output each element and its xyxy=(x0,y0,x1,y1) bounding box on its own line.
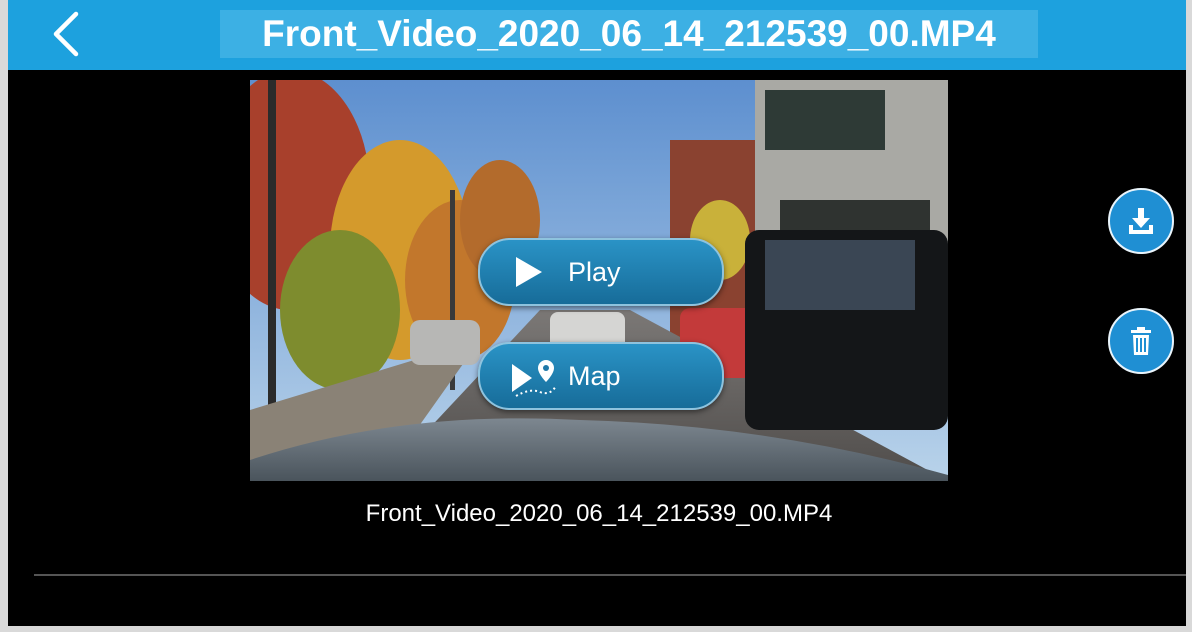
video-thumbnail[interactable]: Play Map xyxy=(250,80,948,481)
video-filename: Front_Video_2020_06_14_212539_00.MP4 xyxy=(365,500,833,527)
back-button[interactable] xyxy=(46,8,92,60)
play-button[interactable]: Play xyxy=(478,238,724,306)
chevron-left-icon xyxy=(53,11,79,57)
divider xyxy=(34,574,1186,576)
download-icon xyxy=(1129,208,1153,234)
trash-icon xyxy=(1131,327,1151,355)
app-window: Front_Video_2020_06_14_212539_00.MP4 Pla… xyxy=(8,0,1186,626)
header-bar: Front_Video_2020_06_14_212539_00.MP4 xyxy=(8,0,1186,70)
delete-button[interactable] xyxy=(1108,308,1174,374)
map-button[interactable]: Map xyxy=(478,342,724,410)
page-title: Front_Video_2020_06_14_212539_00.MP4 xyxy=(220,10,1038,58)
play-label: Play xyxy=(568,257,621,287)
play-icon xyxy=(516,257,542,287)
map-label: Map xyxy=(568,361,621,391)
download-button[interactable] xyxy=(1108,188,1174,254)
route-pin-icon xyxy=(512,360,557,397)
